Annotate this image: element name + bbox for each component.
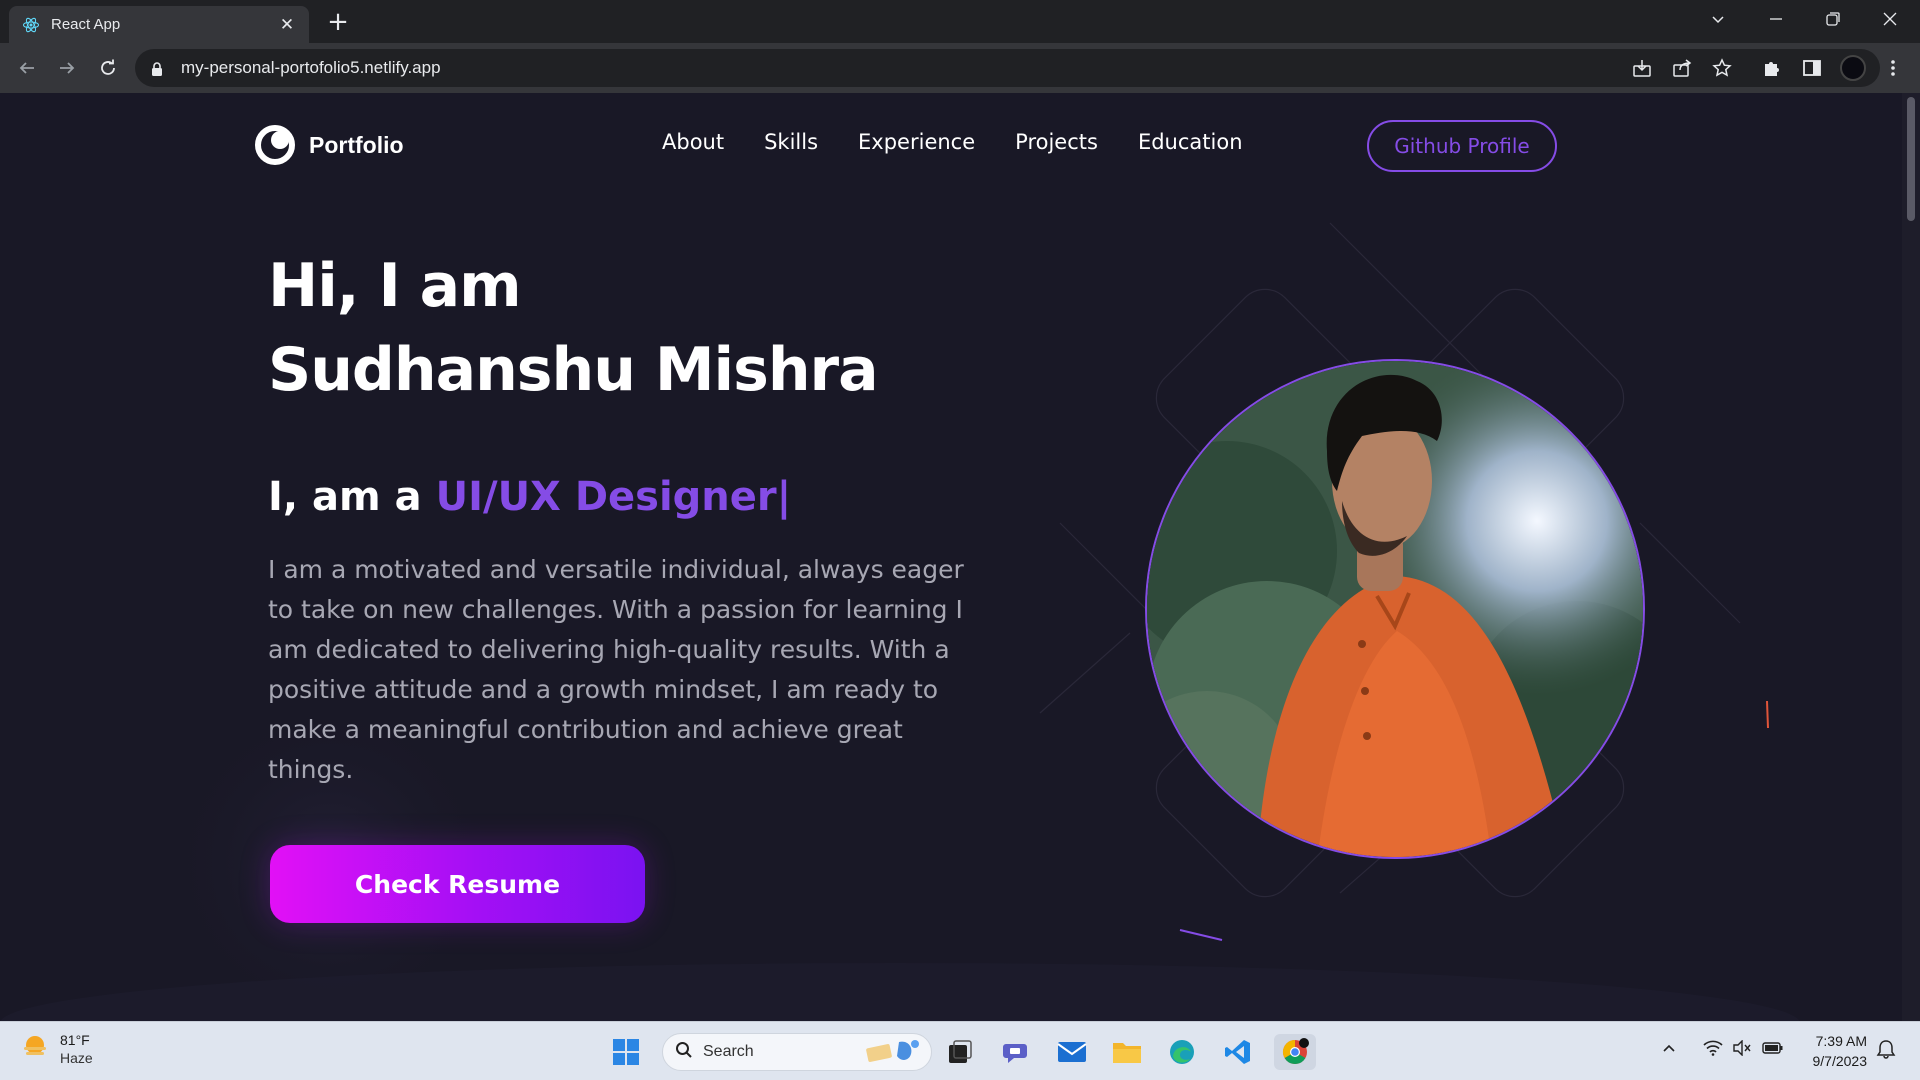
side-panel-icon[interactable]	[1797, 53, 1827, 83]
hero-greeting: Hi, I am	[268, 251, 522, 321]
lock-icon[interactable]	[151, 61, 165, 76]
tab-close-icon[interactable]: ✕	[277, 15, 297, 35]
role-typewriter: UI/UX Designer|	[435, 474, 792, 520]
react-favicon-icon	[21, 15, 41, 35]
minimize-icon[interactable]	[1748, 0, 1804, 38]
nav-about[interactable]: About	[662, 130, 724, 154]
browser-tab-active[interactable]: React App ✕	[9, 6, 309, 43]
chrome-icon[interactable]	[1274, 1034, 1316, 1070]
haze-sun-icon	[20, 1032, 50, 1066]
teams-chat-icon[interactable]	[998, 1034, 1034, 1070]
brand-logo-link[interactable]: Portfolio	[253, 123, 404, 167]
browser-toolbar: my-personal-portofolio5.netlify.app	[0, 43, 1920, 93]
nav-experience[interactable]: Experience	[858, 130, 975, 154]
reload-icon[interactable]	[93, 53, 123, 83]
show-hidden-icons-chevron-icon[interactable]	[1662, 1040, 1676, 1059]
share-icon[interactable]	[1667, 53, 1697, 83]
taskbar-search-box[interactable]: Search	[662, 1033, 932, 1071]
search-highlight-illustration-icon	[863, 1036, 923, 1068]
restore-icon[interactable]	[1805, 0, 1861, 38]
file-explorer-icon[interactable]	[1109, 1034, 1145, 1070]
task-view-icon[interactable]	[942, 1034, 978, 1070]
weather-temperature: 81°F	[60, 1032, 90, 1048]
url-text: my-personal-portofolio5.netlify.app	[181, 58, 441, 77]
back-arrow-icon[interactable]	[12, 53, 42, 83]
address-bar[interactable]: my-personal-portofolio5.netlify.app	[135, 49, 1880, 87]
mail-icon[interactable]	[1054, 1034, 1090, 1070]
github-profile-button[interactable]: Github Profile	[1367, 120, 1557, 172]
weather-widget[interactable]: 81°F Haze	[20, 1031, 93, 1067]
portfolio-logo-icon	[253, 123, 297, 167]
hero-name: Sudhanshu Mishra	[268, 335, 879, 405]
extensions-puzzle-icon[interactable]	[1757, 53, 1787, 83]
search-icon	[675, 1041, 693, 1063]
battery-charging-icon[interactable]	[1762, 1040, 1784, 1060]
browser-tab-strip: React App ✕ +	[0, 0, 1920, 43]
edge-browser-icon[interactable]	[1164, 1034, 1200, 1070]
clock-time: 7:39 AM	[1815, 1033, 1867, 1049]
scrollbar-thumb[interactable]	[1907, 97, 1915, 221]
page-scrollbar[interactable]	[1902, 93, 1920, 1021]
hero-role-line: I, am a UI/UX Designer|	[268, 474, 791, 520]
tab-search-chevron-icon[interactable]	[1690, 0, 1746, 38]
tab-title: React App	[51, 16, 121, 33]
notification-bell-icon[interactable]	[1876, 1039, 1896, 1063]
bookmark-star-icon[interactable]	[1707, 53, 1737, 83]
close-window-icon[interactable]	[1862, 0, 1918, 38]
main-nav: About Skills Experience Projects Educati…	[662, 130, 1283, 154]
nav-skills[interactable]: Skills	[764, 130, 818, 154]
search-label: Search	[703, 1043, 754, 1060]
portfolio-page: Portfolio About Skills Experience Projec…	[0, 93, 1902, 1021]
role-prefix: I, am a	[268, 474, 422, 520]
wifi-icon[interactable]	[1703, 1040, 1723, 1060]
nav-education[interactable]: Education	[1138, 130, 1243, 154]
weather-condition: Haze	[60, 1050, 93, 1066]
profile-avatar[interactable]	[1838, 53, 1868, 83]
windows-taskbar: 81°F Haze Search 7:39 AM 9/7/2023	[0, 1021, 1920, 1080]
profile-photo	[1145, 359, 1645, 859]
nav-projects[interactable]: Projects	[1015, 130, 1098, 154]
brand-name: Portfolio	[309, 131, 404, 158]
new-tab-plus-icon[interactable]: +	[323, 8, 353, 38]
hero-description: I am a motivated and versatile individua…	[268, 555, 964, 784]
system-clock[interactable]: 7:39 AM 9/7/2023	[1800, 1031, 1868, 1071]
windows-start-icon[interactable]	[608, 1034, 644, 1070]
vscode-icon[interactable]	[1220, 1034, 1256, 1070]
install-app-icon[interactable]	[1627, 53, 1657, 83]
forward-arrow-icon[interactable]	[52, 53, 82, 83]
volume-muted-icon[interactable]	[1732, 1039, 1752, 1060]
check-resume-button[interactable]: Check Resume	[270, 845, 645, 923]
more-menu-icon[interactable]	[1878, 53, 1908, 83]
clock-date: 9/7/2023	[1812, 1053, 1868, 1069]
